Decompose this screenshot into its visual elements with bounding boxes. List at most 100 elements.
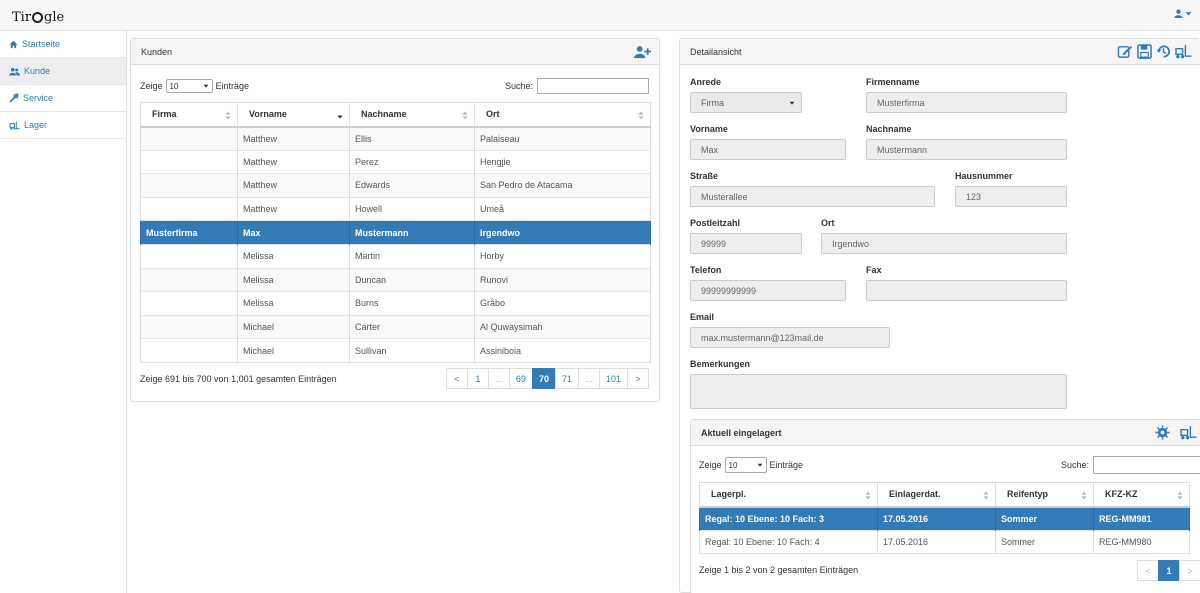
table-row[interactable]: Michael Sullivan Assiniboia: [140, 338, 651, 363]
anrede-select[interactable]: Firma: [690, 92, 802, 113]
page-button-active[interactable]: 1: [1158, 560, 1180, 581]
table-row[interactable]: Matthew Howell Umeå: [140, 197, 651, 221]
tire-settings-icon[interactable]: [1155, 425, 1170, 440]
panel-title: Aktuell eingelagert: [701, 427, 782, 438]
table-row[interactable]: Melissa Duncan Runovi: [140, 268, 651, 292]
page-button-active[interactable]: 70: [531, 368, 556, 389]
label-anrede: Anrede: [690, 77, 722, 87]
column-header-vorname[interactable]: Vorname: [237, 102, 350, 128]
page-size-select[interactable]: 10: [165, 79, 213, 93]
page-size-select[interactable]: 10: [724, 457, 767, 473]
cell-ort: Gråbo: [474, 291, 651, 316]
caret-down-icon: [789, 101, 795, 105]
email-field[interactable]: max.mustermann@123mail.de: [690, 327, 890, 348]
column-label: Reifentyp: [1007, 489, 1049, 500]
save-icon[interactable]: [1137, 44, 1152, 59]
page-next-button[interactable]: >: [627, 368, 649, 389]
cell-nachname: Burns: [349, 291, 475, 316]
app-logo[interactable]: Tir gle: [12, 6, 64, 28]
wrench-icon: [9, 93, 19, 103]
page-next-button[interactable]: >: [1179, 560, 1200, 581]
page-prev-button[interactable]: <: [445, 368, 468, 389]
panel-title: Detailansicht: [690, 46, 742, 57]
cell-lagerpl: Regal: 10 Ebene: 10 Fach: 3: [699, 506, 878, 531]
sidebar: Startseite Kunde Service Lager: [0, 31, 127, 593]
label-firmenname: Firmenname: [866, 77, 920, 87]
sidebar-item-lager[interactable]: Lager: [0, 112, 126, 139]
page-button[interactable]: 71: [554, 368, 579, 389]
hausnummer-field[interactable]: 123: [955, 186, 1067, 207]
sort-icon: [865, 491, 871, 500]
table-row[interactable]: Melissa Martin Horby: [140, 244, 651, 269]
plz-field[interactable]: 99999: [690, 233, 802, 254]
cell-einlagerdat: 17.05.2016: [877, 530, 996, 554]
column-header-einlagerdat[interactable]: Einlagerdat.: [877, 482, 996, 508]
telefon-field[interactable]: 99999999999: [690, 280, 846, 301]
table-row[interactable]: Regal: 10 Ebene: 10 Fach: 4 17.05.2016 Som…: [699, 530, 1190, 554]
page-button[interactable]: 1: [466, 368, 489, 389]
firmenname-field[interactable]: Musterfirma: [866, 92, 1067, 113]
forklift-icon[interactable]: [1175, 44, 1192, 59]
cell-vorname: Michael: [237, 338, 350, 363]
user-menu[interactable]: [1174, 9, 1192, 18]
search-input[interactable]: [537, 78, 649, 94]
detail-panel: Detailansicht Anrede Firmenname Firma Mu…: [679, 38, 1200, 593]
cell-ort: Horby: [474, 244, 651, 269]
bemerkungen-textarea[interactable]: [690, 374, 1067, 409]
sidebar-item-startseite[interactable]: Startseite: [0, 31, 126, 58]
column-header-lagerpl[interactable]: Lagerpl.: [699, 482, 878, 508]
ort-field[interactable]: Irgendwo: [821, 233, 1067, 254]
kunden-panel-heading: Kunden: [131, 39, 659, 65]
page-button[interactable]: 69: [508, 368, 533, 389]
table-row-selected[interactable]: Musterfirma Max Mustermann Irgendwo: [140, 220, 651, 245]
column-label: Firma: [152, 109, 177, 120]
lager-panel: Aktuell eingelagert Zeige 10 Einträge Su…: [690, 419, 1200, 593]
column-label: Ort: [486, 109, 500, 120]
label-fax: Fax: [866, 265, 882, 275]
kunden-panel: Kunden Zeige 10 Einträge Suche: Firma Vo…: [130, 38, 660, 402]
kunden-table: Firma Vorname Nachname Ort Matthew Ellis P…: [140, 102, 651, 363]
cell-ort: Umeå: [474, 197, 651, 221]
table-row[interactable]: Matthew Edwards San Pedro de Atacama: [140, 173, 651, 198]
page-prev-button[interactable]: <: [1137, 560, 1159, 581]
column-header-reifentyp[interactable]: Reifentyp: [995, 482, 1094, 508]
vorname-field[interactable]: Max: [690, 139, 846, 160]
logo-text-left: Tir: [12, 9, 32, 25]
table-row-selected[interactable]: Regal: 10 Ebene: 10 Fach: 3 17.05.2016 Som…: [699, 506, 1190, 531]
page-button[interactable]: 101: [598, 368, 628, 389]
label-plz: Postleitzahl: [690, 218, 741, 228]
cell-vorname: Melissa: [237, 268, 350, 292]
search-label: Suche:: [1060, 460, 1089, 470]
table-row[interactable]: Michael Carter Al Quwaysimah: [140, 315, 651, 339]
pagination: < 1 ... 69 70 71 ... 101 >: [445, 368, 649, 389]
sidebar-item-kunde[interactable]: Kunde: [0, 58, 126, 85]
sidebar-item-service[interactable]: Service: [0, 85, 126, 112]
column-header-ort[interactable]: Ort: [474, 102, 651, 128]
edit-icon[interactable]: [1117, 44, 1133, 59]
table-header-row: Firma Vorname Nachname Ort: [140, 102, 651, 128]
column-header-kfz-kz[interactable]: KFZ-KZ: [1093, 482, 1190, 508]
nachname-field[interactable]: Mustermann: [866, 139, 1067, 160]
caret-down-icon: [1185, 12, 1192, 16]
column-header-firma[interactable]: Firma: [140, 102, 238, 128]
caret-down-icon: [203, 84, 208, 88]
cell-vorname: Matthew: [237, 197, 350, 221]
history-icon[interactable]: [1156, 44, 1171, 59]
cell-vorname: Matthew: [237, 173, 350, 198]
label-nachname: Nachname: [866, 124, 912, 134]
search-input[interactable]: [1093, 456, 1200, 474]
column-header-nachname[interactable]: Nachname: [349, 102, 475, 128]
table-row[interactable]: Matthew Perez Hengjie: [140, 150, 651, 174]
forklift-icon[interactable]: [1180, 425, 1197, 440]
table-row[interactable]: Matthew Ellis Palaiseau: [140, 126, 651, 151]
search-control: Suche:: [1061, 456, 1200, 474]
add-user-icon[interactable]: [634, 45, 651, 59]
table-header-row: Lagerpl. Einlagerdat. Reifentyp KFZ-KZ: [699, 482, 1190, 508]
label-vorname: Vorname: [690, 124, 728, 134]
search-label: Suche:: [504, 81, 533, 91]
sort-icon: [462, 111, 468, 120]
table-row[interactable]: Melissa Burns Gråbo: [140, 291, 651, 316]
sort-icon: [638, 111, 644, 120]
fax-field[interactable]: [866, 280, 1067, 301]
strasse-field[interactable]: Musterallee: [690, 186, 935, 207]
